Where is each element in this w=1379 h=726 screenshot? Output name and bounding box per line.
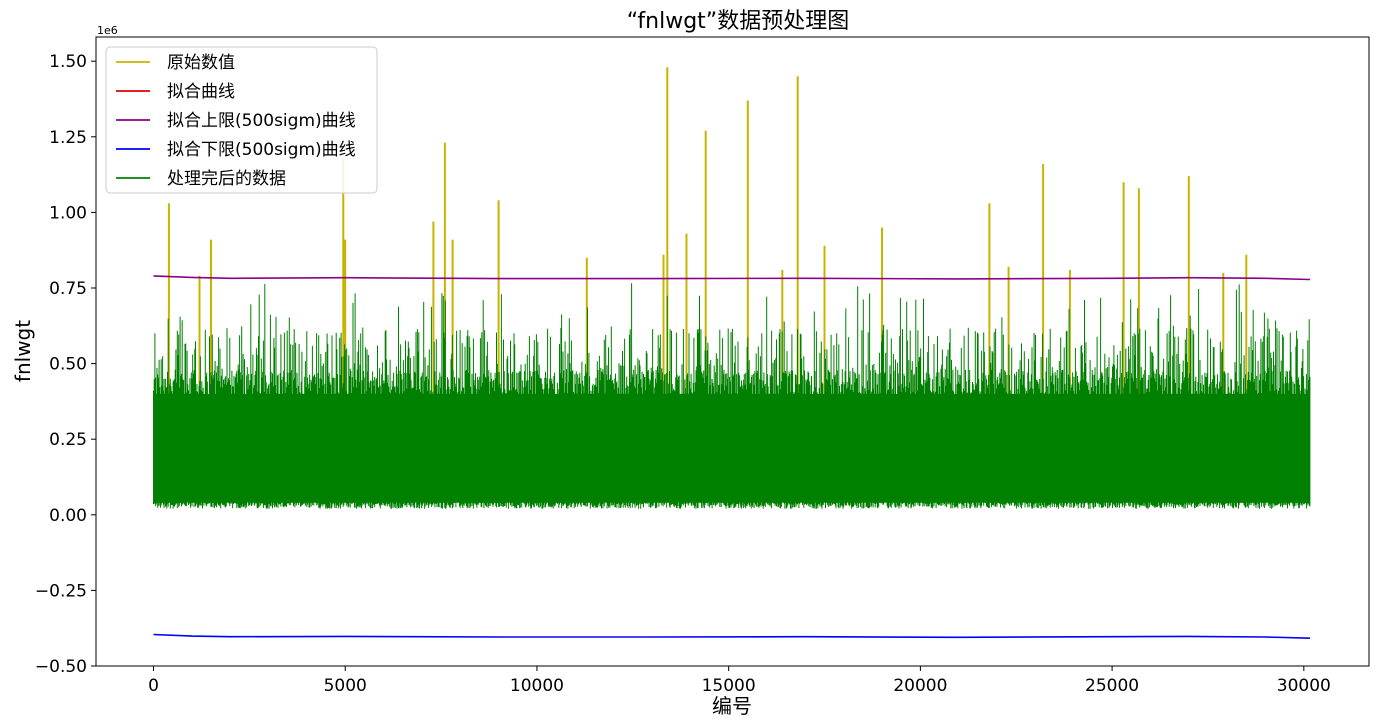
- y-tick-label: 1.00: [49, 203, 87, 223]
- chart-title: “fnlwgt”数据预处理图: [627, 9, 849, 34]
- legend-label: 拟合下限(500sigm)曲线: [167, 140, 356, 160]
- y-tick-label: 0.00: [49, 506, 87, 526]
- y-tick-label: 0.25: [49, 430, 87, 450]
- x-tick-label: 15000: [702, 676, 756, 696]
- y-tick-label: 0.75: [49, 279, 87, 299]
- y-axis-label: fnlwgt: [11, 320, 35, 382]
- legend-label: 原始数值: [167, 53, 235, 73]
- x-tick-label: 25000: [1085, 676, 1139, 696]
- x-tick-label: 5000: [324, 676, 367, 696]
- chart-svg: “fnlwgt”数据预处理图 1e6 0 5000 10000 15000 20000 2…: [0, 0, 1379, 726]
- y-tick-label: −0.25: [35, 581, 87, 601]
- y-tick-label: 0.50: [49, 355, 87, 375]
- y-tick-label: 1.50: [49, 52, 87, 72]
- y-tick-label: 1.25: [49, 128, 87, 148]
- y-tick-label: −0.50: [35, 657, 87, 677]
- legend: 原始数值拟合曲线拟合上限(500sigm)曲线拟合下限(500sigm)曲线处理…: [105, 46, 378, 194]
- legend-label: 处理完后的数据: [167, 169, 286, 189]
- x-tick-label: 20000: [893, 676, 947, 696]
- x-tick-label: 0: [148, 676, 159, 696]
- y-offset-label: 1e6: [97, 24, 118, 37]
- x-axis-label: 编号: [712, 694, 752, 718]
- x-tick-label: 10000: [510, 676, 564, 696]
- legend-label: 拟合上限(500sigm)曲线: [167, 111, 356, 131]
- x-tick-label: 30000: [1277, 676, 1331, 696]
- legend-label: 拟合曲线: [167, 82, 235, 102]
